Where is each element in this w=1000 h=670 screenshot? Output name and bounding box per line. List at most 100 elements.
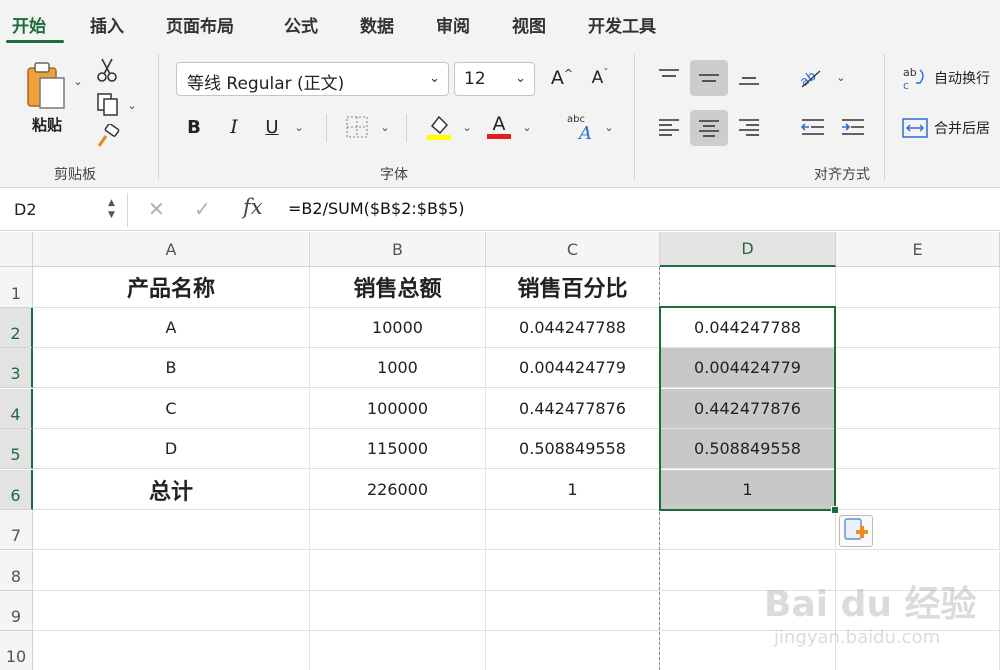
cell-d6[interactable]: 1 (660, 470, 836, 510)
column-header-b[interactable]: B (310, 232, 486, 267)
cell-e6[interactable] (836, 470, 1000, 510)
column-header-d[interactable]: D (660, 232, 836, 267)
fill-color-chevron-icon[interactable]: ⌄ (460, 120, 474, 134)
insert-function-button[interactable]: fx (243, 195, 263, 219)
grow-font-button[interactable]: A ^ (548, 62, 576, 94)
cell-c8[interactable] (486, 551, 660, 591)
cell-c10[interactable] (486, 631, 660, 670)
fill-handle[interactable] (831, 506, 839, 514)
font-color-button[interactable]: A (484, 110, 514, 142)
phonetic-guide-chevron-icon[interactable]: ⌄ (602, 120, 616, 134)
tab-view[interactable]: 视图 (512, 12, 546, 37)
formula-confirm-icon[interactable]: ✓ (194, 197, 211, 221)
align-top-icon[interactable] (654, 62, 684, 92)
cell-b6[interactable]: 226000 (310, 470, 486, 510)
increase-indent-icon[interactable] (838, 112, 868, 142)
cell-d3[interactable]: 0.004424779 (660, 348, 836, 388)
row-header-5[interactable]: 5 (0, 429, 33, 469)
cell-a3[interactable]: B (33, 348, 310, 388)
cell-a6[interactable]: 总计 (33, 470, 310, 510)
cell-c6[interactable]: 1 (486, 470, 660, 510)
cell-d4[interactable]: 0.442477876 (660, 389, 836, 429)
cell-a10[interactable] (33, 631, 310, 670)
row-header-6[interactable]: 6 (0, 470, 33, 510)
cell-c7[interactable] (486, 510, 660, 550)
tab-data[interactable]: 数据 (360, 12, 394, 37)
cell-b10[interactable] (310, 631, 486, 670)
name-box-spinner-icon[interactable]: ▲ ▼ (108, 197, 115, 221)
cell-a9[interactable] (33, 591, 310, 631)
align-left-icon[interactable] (654, 112, 684, 142)
cell-d1[interactable] (660, 267, 836, 308)
cell-a5[interactable]: D (33, 429, 310, 469)
underline-options-chevron-icon[interactable]: ⌄ (292, 120, 306, 134)
row-header-1[interactable]: 1 (0, 267, 33, 308)
cell-b2[interactable]: 10000 (310, 308, 486, 348)
paste-options-chevron-icon[interactable]: ⌄ (72, 74, 84, 88)
text-orientation-chevron-icon[interactable]: ⌄ (834, 70, 848, 84)
row-header-7[interactable]: 7 (0, 510, 33, 550)
row-header-9[interactable]: 9 (0, 591, 33, 631)
paste-options-button[interactable] (839, 515, 873, 547)
cell-c1[interactable]: 销售百分比 (486, 267, 660, 308)
fill-color-icon[interactable] (424, 110, 454, 142)
tab-formulas[interactable]: 公式 (284, 12, 318, 37)
borders-options-chevron-icon[interactable]: ⌄ (378, 120, 392, 134)
decrease-indent-icon[interactable] (798, 112, 828, 142)
bold-button[interactable]: B (180, 112, 208, 142)
column-header-c[interactable]: C (486, 232, 660, 267)
row-header-4[interactable]: 4 (0, 389, 33, 429)
row-header-3[interactable]: 3 (0, 348, 33, 388)
font-color-chevron-icon[interactable]: ⌄ (520, 120, 534, 134)
cell-b3[interactable]: 1000 (310, 348, 486, 388)
tab-developer[interactable]: 开发工具 (588, 12, 656, 37)
cell-c3[interactable]: 0.004424779 (486, 348, 660, 388)
paste-button[interactable] (18, 58, 74, 114)
cell-a4[interactable]: C (33, 389, 310, 429)
tab-page-layout[interactable]: 页面布局 (166, 12, 234, 37)
align-bottom-icon[interactable] (734, 62, 764, 92)
align-center-icon[interactable] (690, 110, 728, 146)
cell-a2[interactable]: A (33, 308, 310, 348)
text-orientation-icon[interactable]: ab (796, 62, 826, 92)
italic-button[interactable]: I (220, 112, 248, 142)
cell-a7[interactable] (33, 510, 310, 550)
column-header-a[interactable]: A (33, 232, 310, 267)
cell-b4[interactable]: 100000 (310, 389, 486, 429)
format-painter-icon[interactable] (94, 122, 122, 150)
font-size-select[interactable]: 12 ⌄ (454, 62, 535, 96)
cell-c4[interactable]: 0.442477876 (486, 389, 660, 429)
select-all-corner[interactable] (0, 232, 33, 267)
row-header-2[interactable]: 2 (0, 308, 33, 348)
tab-home[interactable]: 开始 (12, 12, 46, 37)
cell-b5[interactable]: 115000 (310, 429, 486, 469)
copy-options-chevron-icon[interactable]: ⌄ (126, 98, 138, 112)
name-box[interactable]: D2 ▲ ▼ (0, 193, 128, 227)
borders-icon[interactable] (342, 112, 372, 142)
copy-icon[interactable] (94, 90, 122, 118)
cell-e1[interactable] (836, 267, 1000, 308)
tab-insert[interactable]: 插入 (90, 12, 124, 37)
column-header-e[interactable]: E (836, 232, 1000, 267)
cell-c2[interactable]: 0.044247788 (486, 308, 660, 348)
cell-a8[interactable] (33, 551, 310, 591)
cell-b8[interactable] (310, 551, 486, 591)
cell-b7[interactable] (310, 510, 486, 550)
shrink-font-button[interactable]: Aˇ (586, 62, 614, 94)
formula-cancel-icon[interactable]: ✕ (148, 197, 165, 221)
cell-e5[interactable] (836, 429, 1000, 469)
cell-e2[interactable] (836, 308, 1000, 348)
merge-center-button[interactable]: 合并后居 (902, 112, 1000, 144)
align-middle-icon[interactable] (690, 60, 728, 96)
row-header-8[interactable]: 8 (0, 551, 33, 591)
cell-d2[interactable]: 0.044247788 (660, 308, 836, 348)
font-name-select[interactable]: 等线 Regular (正文) ⌄ (176, 62, 449, 96)
cell-d5[interactable]: 0.508849558 (660, 429, 836, 469)
wrap-text-button[interactable]: ab c 自动换行 (902, 62, 1000, 94)
cell-c5[interactable]: 0.508849558 (486, 429, 660, 469)
cut-icon[interactable] (94, 56, 120, 84)
formula-input[interactable]: =B2/SUM($B$2:$B$5) (288, 199, 465, 218)
align-right-icon[interactable] (734, 112, 764, 142)
cell-b1[interactable]: 销售总额 (310, 267, 486, 308)
phonetic-guide-icon[interactable]: abc A (564, 110, 600, 142)
